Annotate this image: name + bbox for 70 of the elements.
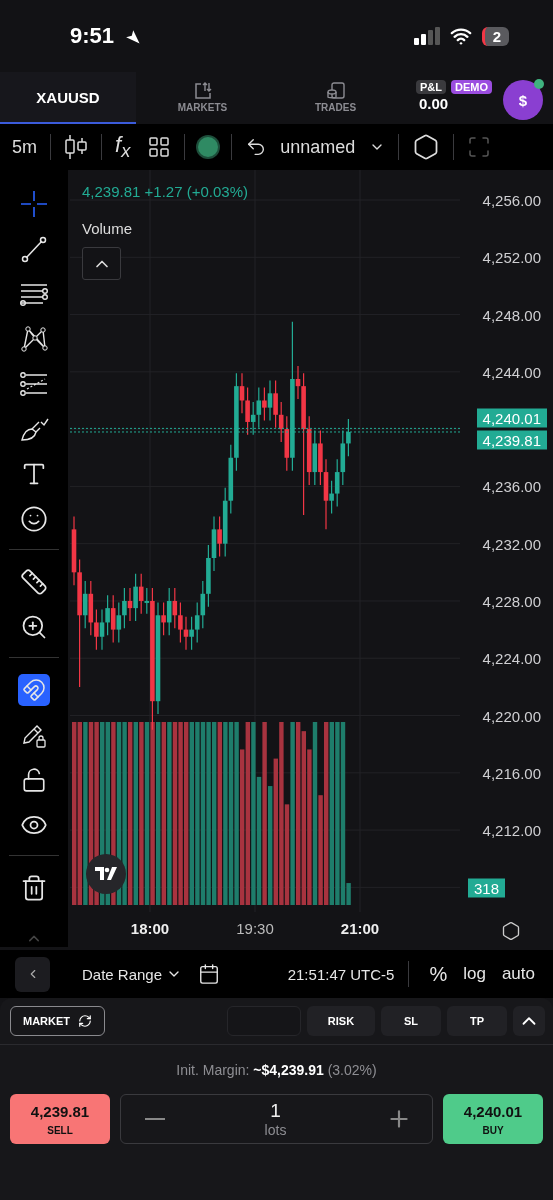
bid-price-label: 4,239.81 xyxy=(476,430,547,450)
pattern-icon xyxy=(19,324,49,354)
buy-button[interactable]: 4,240.01 BUY xyxy=(443,1094,543,1144)
trend-line-icon xyxy=(20,235,48,263)
minus-icon xyxy=(145,1118,165,1120)
margin-text: Init. Margin: ~$4,239.91 (3.02%) xyxy=(175,1062,378,1078)
quantity-value: 1 xyxy=(270,1100,281,1122)
date-range-dropdown[interactable]: Date Range xyxy=(78,965,187,983)
transfer-icon xyxy=(192,81,213,100)
indicators-button[interactable]: f$_{x}$ xyxy=(102,124,144,170)
price-tick: 4,220.00 xyxy=(482,707,541,724)
order-type-button[interactable]: MARKET xyxy=(10,1006,106,1036)
emoji-icon xyxy=(20,505,48,533)
quantity-unit: lots xyxy=(264,1122,287,1138)
quantity-stepper[interactable]: 1 lots xyxy=(120,1094,433,1144)
axis-settings-icon[interactable] xyxy=(501,921,521,941)
price-tick: 4,244.00 xyxy=(482,363,541,381)
price-tick: 4,224.00 xyxy=(482,649,541,667)
forecast-icon xyxy=(19,370,49,398)
nav-tab[interactable]: XAUUSD xyxy=(0,72,136,124)
refresh-icon xyxy=(78,1014,93,1028)
grid-icon xyxy=(147,135,172,159)
order-option-button[interactable]: RISK xyxy=(307,1006,375,1036)
time-label: 21:00 xyxy=(340,920,380,937)
zoom-in-icon xyxy=(20,613,48,641)
ruler-icon xyxy=(20,568,48,596)
price-tick: 4,256.00 xyxy=(482,191,541,209)
nav-tab[interactable]: TRADES xyxy=(269,72,402,124)
candlestick-icon xyxy=(64,134,88,160)
interval-button[interactable]: 5m xyxy=(12,124,50,170)
ask-price-label: 4,240.01 xyxy=(476,408,547,428)
order-option-button[interactable]: TP xyxy=(447,1006,507,1036)
order-option-button[interactable]: SL xyxy=(381,1006,441,1036)
log-toggle[interactable]: log xyxy=(459,964,490,984)
layout-name-dropdown[interactable]: unnamed xyxy=(280,124,399,170)
ledger-icon xyxy=(325,81,346,100)
pnl-value: 0.00 xyxy=(418,95,449,112)
price-tick: 4,232.00 xyxy=(482,535,541,553)
trash-icon xyxy=(20,874,48,902)
price-quote: 4,239.81 +1.27 (+0.03%) xyxy=(82,183,248,200)
price-tick: 4,248.00 xyxy=(482,306,541,324)
crosshair-icon xyxy=(19,189,49,219)
drawing-tool[interactable] xyxy=(18,323,50,355)
time-label: 19:30 xyxy=(236,920,274,937)
signal-icon xyxy=(413,27,440,45)
status-time: 9:51 xyxy=(70,23,115,49)
battery-icon: 2 xyxy=(481,26,509,46)
price-tick: 4,236.00 xyxy=(482,477,541,495)
percent-toggle[interactable]: % xyxy=(425,962,452,986)
account-avatar[interactable]: $ xyxy=(503,80,543,120)
drawing-tool[interactable] xyxy=(18,674,50,706)
expand-button[interactable] xyxy=(513,1006,545,1036)
auto-toggle[interactable]: auto xyxy=(497,964,539,984)
fullscreen-icon xyxy=(467,135,492,159)
unlock-icon xyxy=(21,767,47,793)
time-label: 18:00 xyxy=(130,920,170,937)
demo-badge: DEMO xyxy=(451,80,492,94)
volume-value-label: 318 xyxy=(467,878,505,898)
clock-time: 21:51:47 UTC-5 xyxy=(287,965,395,983)
magnet-icon xyxy=(22,678,46,702)
nav-tab[interactable]: MARKETS xyxy=(136,72,269,124)
price-tick: 4,252.00 xyxy=(482,248,541,266)
price-tick: 4,216.00 xyxy=(482,764,541,782)
wifi-icon xyxy=(449,25,472,47)
sell-button[interactable]: 4,239.81 SELL xyxy=(10,1094,110,1144)
price-tick: 4,228.00 xyxy=(482,592,541,610)
calendar-icon xyxy=(198,963,221,985)
price-tick: 4,212.00 xyxy=(482,821,541,839)
pnl-badge: P&L xyxy=(416,80,446,94)
volume-legend: Volume xyxy=(82,220,133,237)
